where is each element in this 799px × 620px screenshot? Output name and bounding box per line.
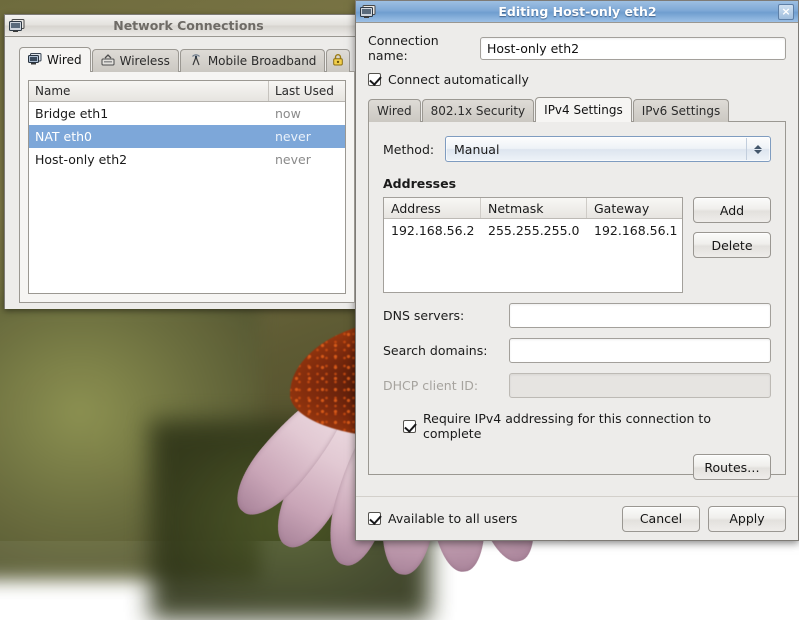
- connect-automatically-checkbox[interactable]: Connect automatically: [368, 72, 786, 87]
- tab-vpn[interactable]: [326, 49, 351, 72]
- network-connections-window[interactable]: Network Connections Wired Wireless Mobil…: [4, 14, 356, 309]
- dialog-buttons: Cancel Apply: [622, 505, 786, 532]
- dialog-tabs[interactable]: Wired 802.1x Security IPv4 Settings IPv6…: [368, 97, 786, 122]
- routes-button[interactable]: Routes…: [693, 454, 771, 480]
- tab-wired-settings-label: Wired: [377, 104, 412, 118]
- cell-netmask: 255.255.255.0: [488, 222, 580, 238]
- dhcp-client-id-input: [509, 373, 771, 398]
- tab-wired-label: Wired: [47, 53, 82, 67]
- column-header-last-used[interactable]: Last Used: [269, 84, 345, 98]
- wired-icon: [28, 52, 42, 68]
- require-ipv4-label: Require IPv4 addressing for this connect…: [423, 411, 711, 441]
- chevron-updown-icon: [746, 138, 768, 160]
- available-to-all-users-label: Available to all users: [388, 511, 518, 526]
- dns-servers-label: DNS servers:: [383, 308, 465, 323]
- connect-automatically-label: Connect automatically: [388, 72, 529, 87]
- column-header-name[interactable]: Name: [29, 81, 269, 101]
- addresses-area: Address Netmask Gateway 192.168.56.2 255…: [383, 197, 771, 293]
- dns-servers-row: DNS servers:: [383, 303, 771, 328]
- method-label: Method:: [383, 141, 435, 157]
- checkbox-box: [368, 73, 381, 86]
- dialog-title: Editing Host-only eth2: [498, 4, 657, 19]
- dialog-body: Connection name: Host-only eth2 Connect …: [356, 23, 798, 480]
- list-item[interactable]: Host-only eth2 never: [29, 148, 345, 171]
- require-ipv4-checkbox[interactable]: Require IPv4 addressing for this connect…: [403, 411, 771, 441]
- ipv4-settings-panel: Method: Manual Addresses Address Netmask: [368, 121, 786, 480]
- checkbox-box: [403, 419, 416, 433]
- network-window-icon: [9, 18, 26, 33]
- wireless-icon: [101, 53, 115, 69]
- cell-address: 192.168.56.2: [391, 222, 475, 238]
- network-connections-body: Wired Wireless Mobile Broadband Name Las…: [5, 37, 355, 309]
- connection-name: NAT eth0: [35, 129, 93, 144]
- add-button[interactable]: Add: [693, 197, 771, 223]
- search-domains-label: Search domains:: [383, 343, 488, 358]
- method-row: Method: Manual: [383, 136, 771, 162]
- network-window-icon: [360, 4, 377, 19]
- column-header-netmask[interactable]: Netmask: [481, 198, 587, 218]
- addresses-section-title: Addresses: [383, 176, 457, 191]
- available-to-all-users-checkbox[interactable]: Available to all users: [368, 511, 517, 526]
- routes-row: Routes…: [383, 454, 771, 480]
- cancel-button[interactable]: Cancel: [622, 505, 700, 532]
- addresses-table-header: Address Netmask Gateway: [384, 198, 682, 219]
- connections-listview[interactable]: Name Last Used Bridge eth1 now NAT eth0 …: [28, 80, 346, 294]
- dialog-titlebar[interactable]: Editing Host-only eth2 ×: [356, 1, 798, 23]
- connection-name-row: Connection name: Host-only eth2: [368, 33, 786, 63]
- network-connections-titlebar[interactable]: Network Connections: [5, 15, 355, 37]
- connection-name: Bridge eth1: [35, 106, 109, 121]
- dialog-action-area: Available to all users Cancel Apply: [356, 496, 798, 540]
- connection-name-input[interactable]: Host-only eth2: [480, 36, 786, 60]
- connection-last-used: now: [275, 106, 301, 121]
- dhcp-client-id-label: DHCP client ID:: [383, 378, 479, 393]
- dns-servers-input[interactable]: [509, 303, 771, 328]
- network-connections-title: Network Connections: [113, 18, 264, 33]
- column-header-address[interactable]: Address: [384, 198, 481, 218]
- tab-wired[interactable]: Wired: [19, 47, 91, 72]
- tab-802-1x-security[interactable]: 802.1x Security: [421, 99, 535, 122]
- method-value: Manual: [454, 141, 500, 157]
- list-item[interactable]: NAT eth0 never: [29, 125, 345, 148]
- column-header-gateway[interactable]: Gateway: [587, 198, 682, 218]
- connections-list-header: Name Last Used: [29, 81, 345, 102]
- close-icon[interactable]: ×: [778, 3, 794, 20]
- search-domains-input[interactable]: [509, 338, 771, 363]
- tab-802-1x-security-label: 802.1x Security: [430, 104, 526, 118]
- tab-ipv6-settings[interactable]: IPv6 Settings: [632, 99, 730, 122]
- dhcp-client-id-row: DHCP client ID:: [383, 373, 771, 398]
- cell-gateway: 192.168.56.1: [594, 222, 678, 238]
- tab-ipv4-settings[interactable]: IPv4 Settings: [535, 97, 632, 122]
- mobile-broadband-icon: [189, 53, 203, 69]
- addresses-table[interactable]: Address Netmask Gateway 192.168.56.2 255…: [383, 197, 683, 293]
- tab-mobile-broadband-label: Mobile Broadband: [207, 54, 317, 68]
- method-dropdown[interactable]: Manual: [445, 136, 771, 162]
- checkbox-box: [368, 512, 381, 525]
- network-connections-tabs[interactable]: Wired Wireless Mobile Broadband: [19, 47, 355, 72]
- tab-wireless-label: Wireless: [119, 54, 170, 68]
- table-row[interactable]: 192.168.56.2 255.255.255.0 192.168.56.1: [384, 219, 682, 241]
- delete-button[interactable]: Delete: [693, 232, 771, 258]
- connection-last-used: never: [275, 129, 311, 144]
- apply-button[interactable]: Apply: [708, 505, 786, 532]
- search-domains-row: Search domains:: [383, 338, 771, 363]
- addresses-buttons: Add Delete: [693, 197, 771, 293]
- connection-last-used: never: [275, 152, 311, 167]
- connection-name-label: Connection name:: [368, 33, 439, 63]
- tab-mobile-broadband[interactable]: Mobile Broadband: [179, 49, 326, 72]
- tab-wired-settings[interactable]: Wired: [368, 99, 421, 122]
- vpn-lock-icon: [331, 53, 345, 69]
- wired-tab-panel: Name Last Used Bridge eth1 now NAT eth0 …: [19, 71, 355, 303]
- dialog-notebook: Wired 802.1x Security IPv4 Settings IPv6…: [368, 97, 786, 480]
- connection-name: Host-only eth2: [35, 152, 128, 167]
- editing-connection-dialog[interactable]: Editing Host-only eth2 × Connection name…: [355, 0, 799, 541]
- tab-ipv6-settings-label: IPv6 Settings: [641, 104, 721, 118]
- tab-ipv4-settings-label: IPv4 Settings: [544, 103, 623, 117]
- tab-wireless[interactable]: Wireless: [91, 49, 179, 72]
- list-item[interactable]: Bridge eth1 now: [29, 102, 345, 125]
